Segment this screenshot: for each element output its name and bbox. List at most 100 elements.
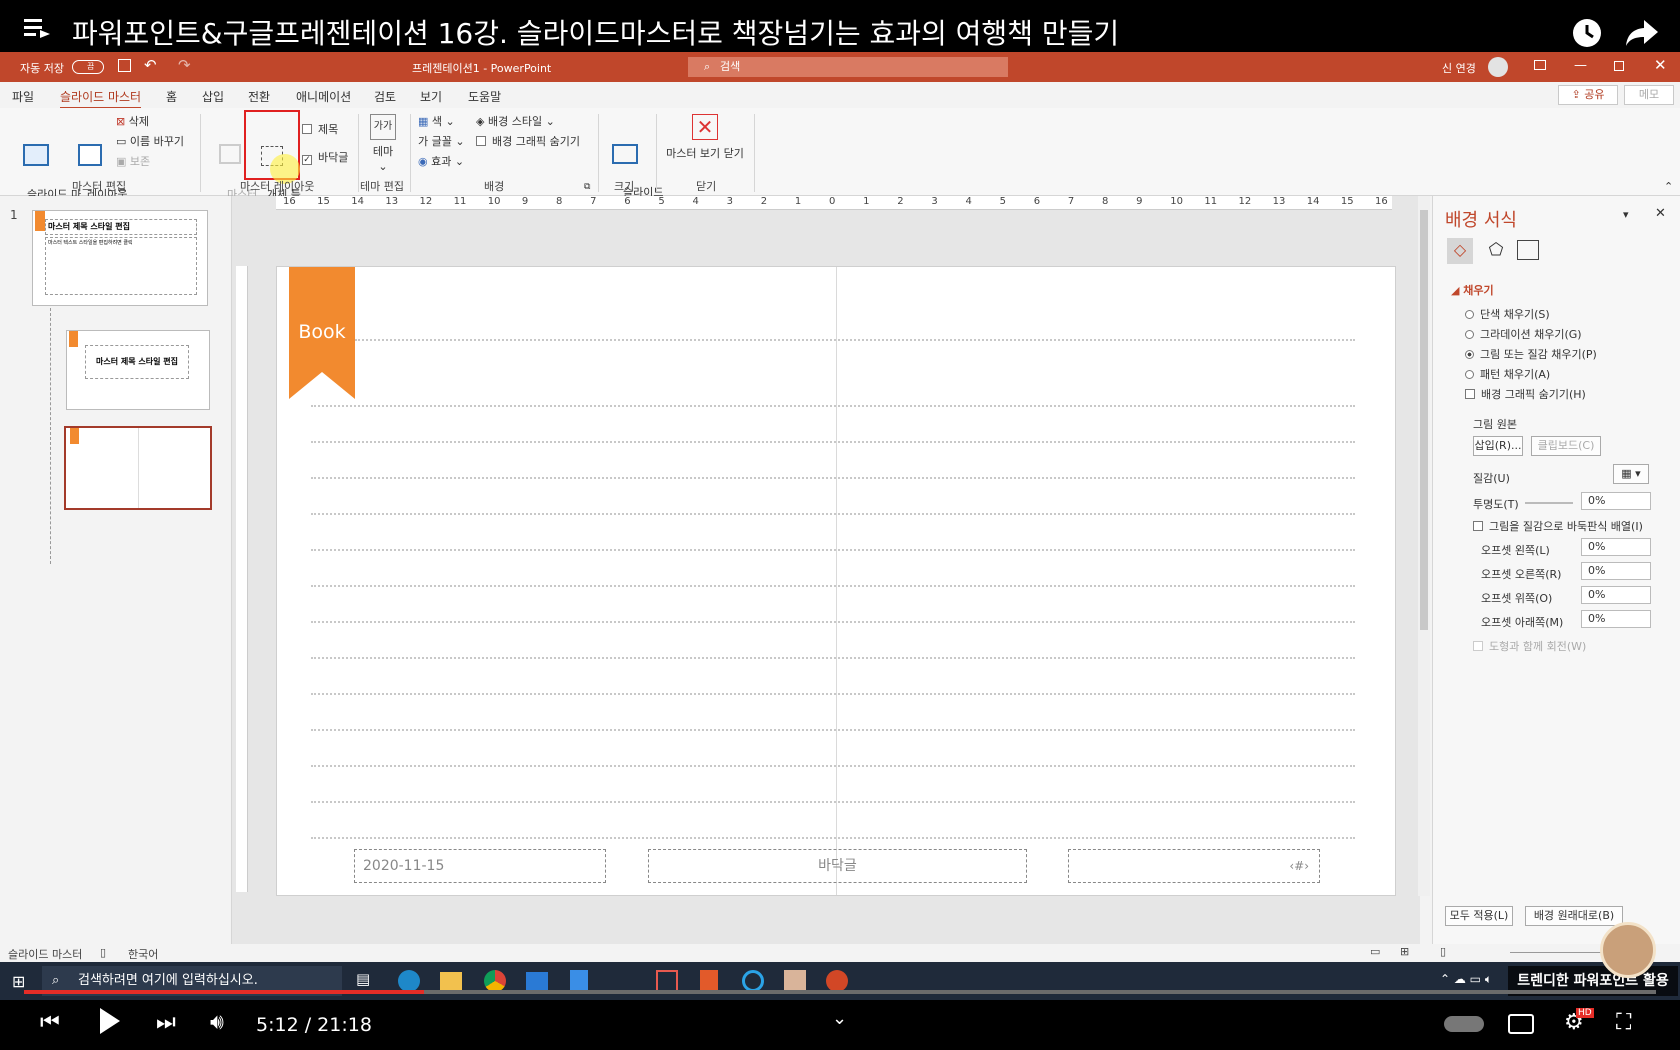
slide-layout[interactable]: Book 2020-11-15 바닥글 ‹#› [276, 266, 1396, 896]
normal-view-icon[interactable]: ▭ [1370, 945, 1380, 958]
accessibility-icon[interactable]: ▯ [100, 946, 106, 959]
redo-icon[interactable]: ↷ [178, 56, 191, 74]
page-number-placeholder[interactable]: ‹#› [1068, 849, 1320, 883]
app-icon[interactable] [784, 970, 806, 992]
colors-button[interactable]: ▦ 색 ⌄ [418, 114, 455, 129]
autoplay-toggle[interactable] [1444, 1016, 1484, 1032]
app-icon[interactable] [656, 970, 678, 992]
layout-thumbnail-selected[interactable] [64, 426, 212, 510]
offset-top-field[interactable]: 0% [1581, 586, 1651, 604]
fill-option[interactable]: 단색 채우기(S) [1465, 306, 1550, 322]
reading-view-icon[interactable]: ▯ [1440, 945, 1446, 958]
app-icon[interactable] [570, 970, 588, 992]
fonts-button[interactable]: 가 글꼴 ⌄ [418, 134, 465, 149]
transparency-field[interactable]: 0% [1581, 492, 1651, 510]
clipboard-button[interactable]: 클립보드(C) [1531, 436, 1601, 456]
tab-animations[interactable]: 애니메이션 [296, 88, 351, 105]
previous-icon[interactable]: ⏮︎ [40, 1010, 60, 1035]
effects-button[interactable]: ◉ 효과 ⌄ [418, 154, 464, 169]
fill-icon[interactable]: ◇ [1447, 238, 1473, 264]
watch-later-icon[interactable] [1572, 18, 1602, 52]
insert-picture-button[interactable]: 삽입(R)... [1473, 436, 1523, 456]
play-icon[interactable] [98, 1008, 120, 1038]
title-checkbox[interactable]: 제목 [302, 122, 338, 137]
undo-icon[interactable]: ↶ [144, 56, 157, 74]
ie-icon[interactable] [742, 970, 764, 992]
autosave-toggle[interactable]: 끔 [72, 60, 104, 74]
tab-review[interactable]: 검토 [374, 88, 396, 105]
background-launcher-icon[interactable]: ⧉ [584, 182, 590, 192]
tile-checkbox[interactable]: 그림을 질감으로 바둑판식 배열(I) [1473, 518, 1643, 534]
scroll-thumb[interactable] [1420, 210, 1428, 630]
bookmark-ribbon[interactable]: Book [289, 267, 355, 399]
close-icon[interactable]: ✕ [1654, 56, 1667, 74]
video-title[interactable]: 파워포인트&구글프레젠테이션 16강. 슬라이드마스터로 책장넘기는 효과의 여… [72, 12, 1119, 52]
ribbon-display-icon[interactable] [1534, 60, 1546, 70]
subtitles-icon[interactable] [1508, 1014, 1534, 1034]
rotate-checkbox[interactable]: 도형과 함께 회전(W) [1473, 638, 1586, 654]
fill-option[interactable]: 그림 또는 질감 채우기(P) [1465, 346, 1597, 362]
save-icon[interactable] [118, 59, 131, 72]
apply-all-button[interactable]: 모두 적용(L) [1445, 906, 1513, 926]
memo-button[interactable]: 메모 [1624, 85, 1674, 105]
avatar[interactable] [1488, 57, 1508, 77]
texture-picker[interactable]: ▦ ▾ [1613, 464, 1649, 484]
status-language[interactable]: 한국어 [128, 946, 158, 962]
chrome-icon[interactable] [484, 970, 506, 992]
tab-home[interactable]: 홈 [166, 88, 177, 105]
powerpoint-taskbar-icon[interactable] [826, 970, 848, 992]
fill-option[interactable]: 그라데이션 채우기(G) [1465, 326, 1582, 342]
hide-bg-graphics-checkbox[interactable]: 배경 그래픽 숨기기(H) [1465, 386, 1586, 402]
master-thumbnail[interactable]: 마스터 제목 스타일 편집 마스터 텍스트 스타일을 편집하려면 클릭 [32, 210, 208, 306]
mail-icon[interactable] [526, 972, 548, 990]
tab-transitions[interactable]: 전환 [248, 88, 270, 105]
task-view-icon[interactable]: ▤ [356, 970, 370, 988]
fill-section-header[interactable]: ◢ 채우기 [1451, 282, 1494, 298]
edge-icon[interactable] [398, 970, 420, 992]
video-progress-played[interactable] [24, 990, 424, 994]
user-name[interactable]: 신 연경 [1442, 60, 1476, 76]
tab-file[interactable]: 파일 [12, 88, 34, 105]
rename-button[interactable]: ▭ 이름 바꾸기 [116, 134, 184, 149]
pane-options-icon[interactable]: ▾ [1623, 208, 1629, 221]
sorter-view-icon[interactable]: ⊞ [1400, 945, 1409, 958]
tab-insert[interactable]: 삽입 [202, 88, 224, 105]
share-button[interactable]: ⇪ 공유 [1558, 85, 1618, 105]
exit-fullscreen-icon[interactable]: ⛶ [1616, 1010, 1631, 1035]
reset-background-button[interactable]: 배경 원래대로(B) [1525, 906, 1623, 926]
explorer-icon[interactable] [440, 972, 462, 990]
hide-bg-checkbox[interactable]: 배경 그래픽 숨기기 [476, 134, 580, 149]
close-master-button[interactable]: ✕ 마스터 보기 닫기 [662, 114, 748, 161]
preserve-button[interactable]: ▣ 보존 [116, 154, 150, 169]
playlist-icon[interactable] [24, 16, 50, 42]
footer-placeholder[interactable]: 바닥글 [648, 849, 1027, 883]
share-icon[interactable] [1626, 20, 1658, 50]
volume-icon[interactable]: 🔊︎ [210, 1010, 224, 1035]
tab-help[interactable]: 도움말 [468, 88, 501, 105]
windows-start-icon[interactable]: ⊞ [12, 972, 25, 991]
layout-thumbnail-title[interactable]: 마스터 제목 스타일 편집 [66, 330, 210, 410]
fill-option[interactable]: 패턴 채우기(A) [1465, 366, 1550, 382]
bg-styles-button[interactable]: ◈ 배경 스타일 ⌄ [476, 114, 555, 129]
minimize-icon[interactable]: — [1574, 58, 1587, 73]
next-icon[interactable]: ⏭︎ [156, 1010, 176, 1035]
theme-button[interactable]: 가가 테마 ⌄ [366, 114, 400, 174]
office-icon[interactable] [700, 970, 718, 992]
tab-slide-master[interactable]: 슬라이드 마스터 [60, 88, 142, 109]
tab-view[interactable]: 보기 [420, 88, 442, 105]
effects-tab-icon[interactable]: ⬠ [1483, 238, 1509, 264]
restore-icon[interactable] [1614, 61, 1624, 71]
collapse-ribbon-icon[interactable]: ⌃ [1664, 180, 1673, 193]
footer-checkbox[interactable]: ✓ 바닥글 [302, 150, 348, 165]
picture-tab-icon[interactable] [1517, 240, 1539, 260]
chevron-down-icon[interactable]: ⌄ [832, 1008, 847, 1029]
vertical-scrollbar[interactable] [1418, 196, 1430, 896]
offset-left-field[interactable]: 0% [1581, 538, 1651, 556]
date-placeholder[interactable]: 2020-11-15 [354, 849, 606, 883]
offset-bottom-field[interactable]: 0% [1581, 610, 1651, 628]
tray-icons[interactable]: ⌃ ☁ ▭ 🔈︎ [1440, 972, 1492, 987]
pane-close-icon[interactable]: ✕ [1655, 206, 1666, 221]
search-input[interactable]: ⌕ 검색 [688, 57, 1008, 77]
transparency-slider[interactable] [1525, 502, 1573, 504]
delete-button[interactable]: ⊠ 삭제 [116, 114, 149, 129]
